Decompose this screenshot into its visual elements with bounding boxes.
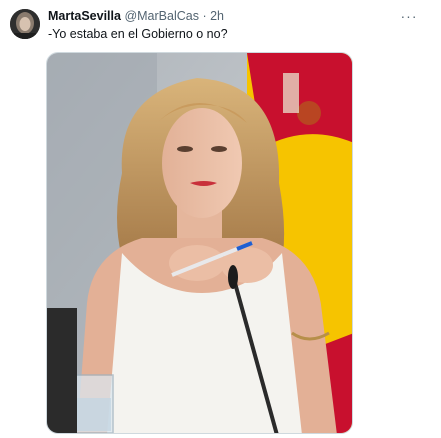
- author-avatar[interactable]: [10, 9, 40, 39]
- author-handle[interactable]: @MarBalCas: [124, 9, 199, 23]
- author-name[interactable]: MartaSevilla: [48, 9, 121, 23]
- tweet-time[interactable]: 2h: [210, 9, 224, 23]
- tweet-header: MartaSevilla @MarBalCas · 2h: [48, 8, 388, 24]
- more-options-icon[interactable]: ···: [399, 8, 419, 24]
- tweet-media-photo[interactable]: [46, 52, 353, 434]
- meta-separator: ·: [202, 9, 207, 23]
- press-conference-photo: [47, 53, 352, 433]
- avatar-image: [10, 9, 40, 39]
- tweet-text: -Yo estaba en el Gobierno o no?: [48, 27, 228, 41]
